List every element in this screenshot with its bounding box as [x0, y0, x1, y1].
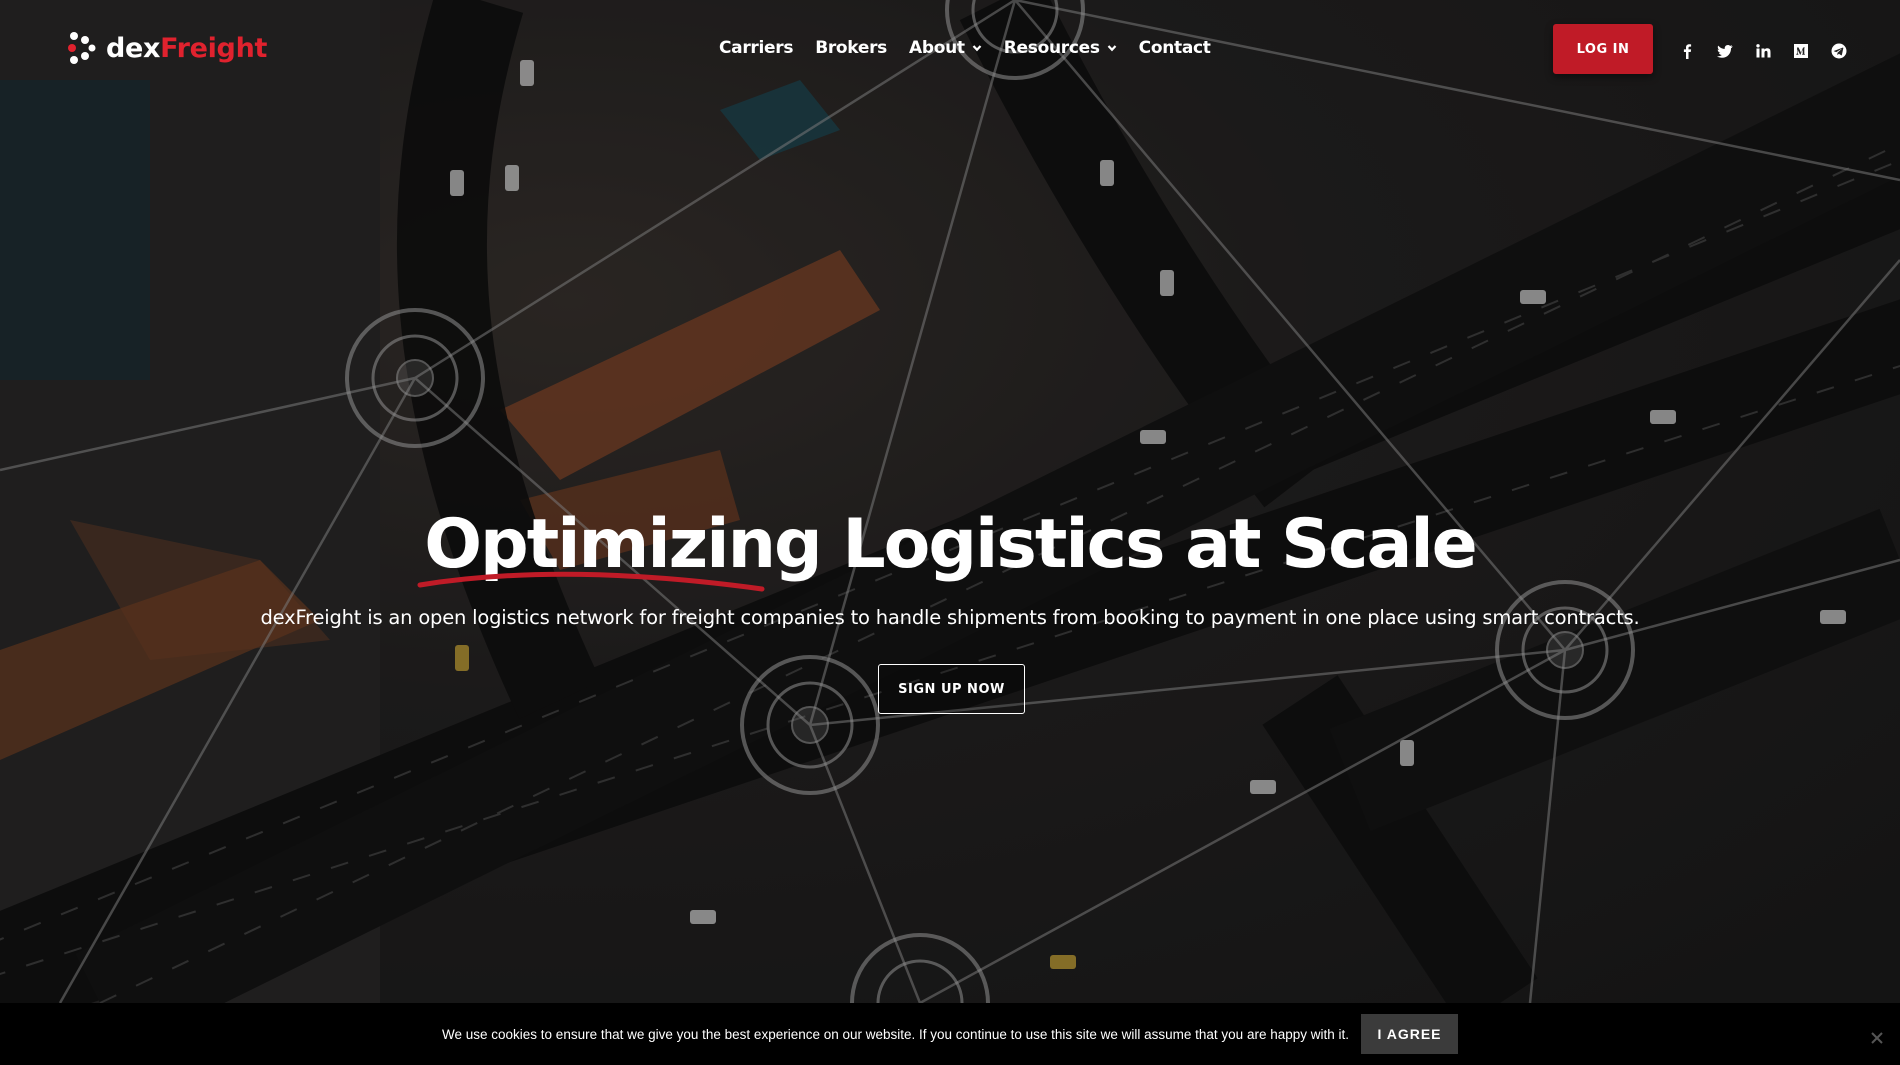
hero-headline: Optimizing Logistics at Scale — [0, 505, 1900, 592]
brand-logo[interactable]: dexFreight — [66, 30, 267, 66]
nav-item-label: Resources — [1003, 38, 1100, 58]
twitter-link[interactable] — [1706, 40, 1744, 62]
linkedin-link[interactable] — [1744, 40, 1782, 62]
twitter-icon — [1717, 45, 1733, 58]
nav-item-about[interactable]: About — [909, 38, 982, 58]
nav-item-resources[interactable]: Resources — [1004, 38, 1117, 58]
close-icon[interactable] — [1870, 1031, 1884, 1045]
telegram-link[interactable] — [1820, 40, 1858, 62]
nav-item-brokers[interactable]: Brokers — [815, 38, 887, 58]
telegram-icon — [1831, 43, 1847, 59]
facebook-icon — [1683, 44, 1692, 59]
cookie-banner: We use cookies to ensure that we give yo… — [0, 1003, 1900, 1065]
nav-item-label: Contact — [1138, 38, 1211, 58]
nav-item-carriers[interactable]: Carriers — [719, 38, 793, 58]
chevron-down-icon — [1107, 45, 1116, 52]
signup-button[interactable]: SIGN UP NOW — [878, 664, 1025, 714]
medium-icon — [1794, 44, 1808, 58]
nav-item-label: About — [909, 38, 965, 58]
linkedin-icon — [1756, 44, 1771, 58]
headline-rest: Logistics at Scale — [820, 505, 1477, 584]
hero-overlay — [0, 0, 1900, 1003]
nav-item-label: Brokers — [815, 38, 887, 58]
medium-link[interactable] — [1782, 40, 1820, 62]
cookie-message: We use cookies to ensure that we give yo… — [442, 1026, 1349, 1042]
facebook-link[interactable] — [1668, 40, 1706, 62]
hero-subheading: dexFreight is an open logistics network … — [260, 606, 1640, 629]
underline-swoosh-icon — [417, 571, 765, 592]
nav-item-contact[interactable]: Contact — [1139, 38, 1211, 58]
main-nav: Carriers Brokers About Resources Contact — [719, 38, 1233, 58]
login-button[interactable]: LOG IN — [1553, 24, 1653, 74]
brand-name: dexFreight — [106, 32, 268, 64]
chevron-down-icon — [972, 45, 982, 52]
nav-item-label: Carriers — [719, 38, 794, 58]
hero-section: dexFreight Carriers Brokers About Resour… — [0, 0, 1900, 1003]
social-links — [1668, 40, 1858, 62]
cookie-agree-button[interactable]: I AGREE — [1361, 1014, 1458, 1054]
logo-mark-icon — [68, 32, 96, 64]
